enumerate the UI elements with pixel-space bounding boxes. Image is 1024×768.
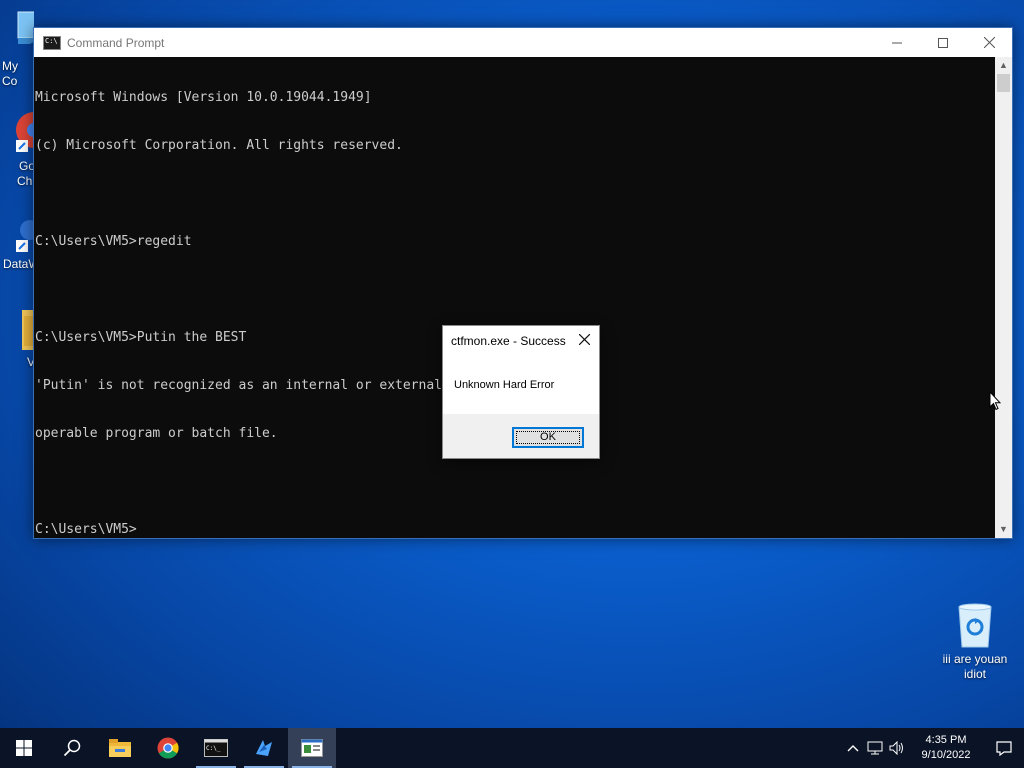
show-hidden-icons-button[interactable] bbox=[842, 728, 864, 768]
minimize-icon bbox=[892, 42, 902, 43]
volume-button[interactable] bbox=[886, 728, 908, 768]
search-icon bbox=[63, 739, 81, 757]
desktop-icon-dataw[interactable]: DataW bbox=[0, 212, 40, 271]
vertical-scrollbar[interactable]: ▲ ▼ bbox=[995, 57, 1012, 538]
command-prompt-icon: C:\_ bbox=[204, 739, 228, 757]
network-button[interactable] bbox=[864, 728, 886, 768]
taskbar-command-prompt[interactable]: C:\_ bbox=[192, 728, 240, 768]
chevron-down-icon: ▼ bbox=[999, 524, 1008, 534]
desktop-icon-google-chrome[interactable]: Go Ch bbox=[0, 108, 52, 188]
taskbar: C:\_ 4:35 PM 9/10/2022 bbox=[0, 728, 1024, 768]
console-line: (c) Microsoft Corporation. All rights re… bbox=[35, 138, 403, 153]
close-icon bbox=[578, 333, 590, 346]
close-button[interactable] bbox=[966, 28, 1012, 57]
chrome-icon bbox=[157, 737, 179, 759]
app-shortcut-icon bbox=[0, 212, 40, 256]
dialog-message: Unknown Hard Error bbox=[454, 379, 555, 391]
desktop-icon-label: My Co bbox=[2, 59, 18, 88]
taskbar-file-explorer[interactable] bbox=[96, 728, 144, 768]
dialog-close-button[interactable] bbox=[575, 331, 593, 349]
scroll-thumb[interactable] bbox=[997, 74, 1010, 92]
app-icon bbox=[256, 740, 272, 756]
folder-icon bbox=[0, 306, 36, 350]
ok-button[interactable]: OK bbox=[512, 427, 584, 448]
scroll-up-button[interactable]: ▲ bbox=[995, 57, 1012, 74]
window-title: Command Prompt bbox=[67, 35, 165, 50]
dialog-footer: OK bbox=[443, 414, 599, 458]
svg-text:C:\_: C:\_ bbox=[206, 745, 221, 752]
file-explorer-icon bbox=[109, 739, 131, 757]
clock-time: 4:35 PM bbox=[925, 734, 967, 746]
desktop-icon-label-line2: Ch bbox=[17, 174, 33, 188]
chevron-up-icon: ▲ bbox=[999, 60, 1008, 70]
taskbar-app[interactable] bbox=[240, 728, 288, 768]
console-line: C:\Users\VM5>regedit bbox=[35, 234, 192, 249]
network-icon bbox=[867, 741, 883, 755]
recycle-bin-icon bbox=[955, 603, 995, 649]
notification-icon bbox=[996, 740, 1012, 756]
desktop-icon-recycle-bin[interactable]: iii are youan idiot bbox=[940, 603, 1010, 682]
mouse-cursor-icon bbox=[989, 390, 1002, 416]
error-dialog[interactable]: ctfmon.exe - Success Unknown Hard Error … bbox=[442, 325, 600, 459]
dialog-title: ctfmon.exe - Success bbox=[451, 334, 566, 348]
chrome-shortcut-icon bbox=[0, 108, 52, 152]
action-center-button[interactable] bbox=[984, 728, 1024, 768]
minimize-button[interactable] bbox=[874, 28, 920, 57]
message-box-icon bbox=[301, 739, 323, 757]
chevron-up-icon bbox=[847, 745, 859, 752]
start-button[interactable] bbox=[0, 728, 48, 768]
maximize-button[interactable] bbox=[920, 28, 966, 57]
start-icon bbox=[16, 740, 32, 756]
computer-icon bbox=[0, 10, 41, 50]
taskbar-message-box[interactable] bbox=[288, 728, 336, 768]
cmd-titlebar[interactable]: Command Prompt bbox=[34, 28, 1012, 57]
console-output[interactable]: Microsoft Windows [Version 10.0.19044.19… bbox=[34, 57, 995, 538]
command-prompt-window[interactable]: Command Prompt Microsoft Windows [Versio… bbox=[33, 27, 1013, 539]
clock-date: 9/10/2022 bbox=[921, 749, 971, 761]
recycle-bin-label: iii are youan idiot bbox=[942, 652, 1008, 681]
desktop-icon-my-computer[interactable]: My Co bbox=[0, 10, 41, 88]
console-line: Microsoft Windows [Version 10.0.19044.19… bbox=[35, 90, 372, 105]
scroll-down-button[interactable]: ▼ bbox=[995, 521, 1012, 538]
console-prompt-line: C:\Users\VM5> bbox=[35, 522, 137, 537]
command-prompt-icon bbox=[43, 35, 61, 50]
search-button[interactable] bbox=[48, 728, 96, 768]
close-icon bbox=[983, 37, 995, 48]
clock[interactable]: 4:35 PM 9/10/2022 bbox=[908, 733, 984, 763]
speaker-icon bbox=[889, 741, 903, 755]
taskbar-chrome[interactable] bbox=[144, 728, 192, 768]
maximize-icon bbox=[938, 37, 948, 48]
desktop-icon-folder[interactable]: V bbox=[0, 306, 36, 369]
system-tray: 4:35 PM 9/10/2022 bbox=[842, 728, 1024, 768]
